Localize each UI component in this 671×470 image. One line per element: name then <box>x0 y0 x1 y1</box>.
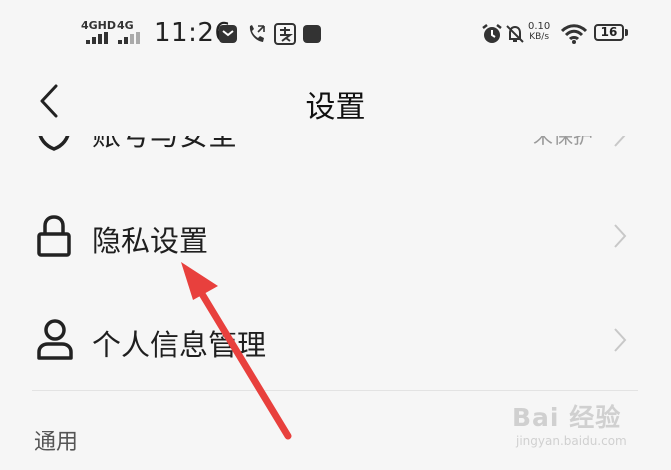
lock-icon <box>37 215 71 257</box>
network-speed-unit: KB/s <box>529 32 550 42</box>
chevron-right-icon <box>614 328 627 352</box>
list-item-label: 个人信息管理 <box>92 328 267 362</box>
signal-icon <box>118 32 140 44</box>
network-speed-value: 0.10 <box>528 21 551 32</box>
network-indicator-2: 4G <box>117 19 134 32</box>
divider <box>32 390 638 391</box>
list-item-label: 隐私设置 <box>92 224 209 258</box>
person-icon <box>37 319 73 360</box>
status-bar: 4GHD 4G 11:26 0.10 KB/s 16 <box>0 0 671 70</box>
nav-bar: 设置 <box>0 70 671 136</box>
page-title: 设置 <box>305 90 366 125</box>
battery-tip <box>625 29 628 36</box>
message-icon <box>219 25 237 43</box>
signal-icon <box>86 32 108 44</box>
mute-bell-icon <box>506 25 524 43</box>
chevron-right-icon <box>614 224 627 248</box>
battery-indicator: 16 <box>594 24 624 41</box>
list-item-privacy-settings[interactable]: 隐私设置 <box>0 186 671 286</box>
list-item-personal-info[interactable]: 个人信息管理 <box>0 290 671 390</box>
watermark-brand: Bai 经验 <box>512 403 622 432</box>
network-indicator-1: 4GHD <box>81 19 117 32</box>
wifi-icon <box>561 24 587 44</box>
app-notification-icon <box>274 23 296 45</box>
watermark: Bai 经验 jingyan.baidu.com <box>512 398 627 448</box>
network-speed: 0.10 KB/s <box>528 21 551 43</box>
alarm-icon <box>482 24 502 43</box>
section-header-general: 通用 <box>34 430 79 455</box>
watermark-url: jingyan.baidu.com <box>516 434 627 448</box>
phone-icon <box>249 25 265 42</box>
app-icon <box>303 25 321 43</box>
